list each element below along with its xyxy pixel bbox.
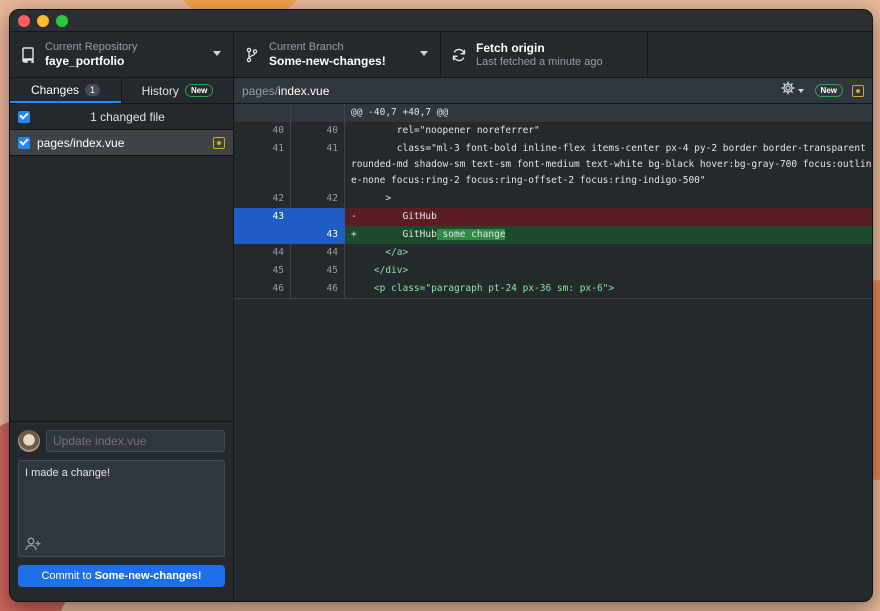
old-line-number: 42 <box>234 190 291 208</box>
history-new-badge: New <box>184 84 214 97</box>
file-modified-icon <box>213 136 225 149</box>
close-window-button[interactable] <box>18 14 30 27</box>
diff-line[interactable]: 40 40 rel="noopener noreferrer" <box>234 122 872 140</box>
diff-line-code: > <box>351 193 392 204</box>
changes-count-badge: 1 <box>85 83 101 96</box>
commit-button-prefix: Commit to <box>41 570 92 582</box>
diff-line-code: class="ml-3 font-bold inline-flex items-… <box>351 143 872 186</box>
fetch-title: Fetch origin <box>476 40 545 55</box>
commit-button[interactable]: Commit to Some-new-changes! <box>18 565 225 587</box>
diff-options-button[interactable] <box>780 81 804 100</box>
changed-file-row[interactable]: pages/index.vue <box>10 130 233 156</box>
diff-new-badge: New <box>814 84 843 97</box>
diff-line[interactable]: 46 46 <p class="paragraph pt-24 px-36 sm… <box>234 280 872 298</box>
diff-added-highlight: some change <box>436 229 506 240</box>
commit-summary-input[interactable] <box>46 430 225 452</box>
new-line-number: 45 <box>291 262 345 280</box>
old-line-number: 40 <box>234 122 291 140</box>
diff-line-code: GitHub <box>356 211 437 222</box>
diff-header: pages/index.vue New <box>234 78 872 104</box>
branch-icon <box>244 47 260 63</box>
changed-files-header: 1 changed file <box>10 104 233 130</box>
sync-icon <box>451 47 467 63</box>
commit-description-text: I made a change! <box>25 467 111 479</box>
add-coauthor-icon[interactable] <box>25 537 41 551</box>
new-line-number: 46 <box>291 280 345 298</box>
diff-line-code: <p class="paragraph pt-24 px-36 sm: px-6… <box>351 283 615 294</box>
new-line-number: 41 <box>291 140 345 190</box>
diff-content: @@ -40,7 +40,7 @@ 40 40 rel="noopener no… <box>234 104 872 299</box>
diff-view: pages/index.vue New @@ -40,7 +40,7 @@ 40… <box>234 78 872 601</box>
minimize-window-button[interactable] <box>37 14 49 27</box>
repo-label: Current Repository <box>45 40 138 53</box>
sidebar-tabs: Changes 1 History New <box>10 78 233 104</box>
gear-icon <box>780 81 795 100</box>
title-bar <box>10 10 872 32</box>
commit-form: I made a change! Commit to Some-new-chan… <box>10 422 233 601</box>
chevron-down-icon <box>797 88 804 93</box>
tab-history-label: History <box>141 83 179 98</box>
last-fetched-text: Last fetched a minute ago <box>476 55 603 68</box>
changed-files-count: 1 changed file <box>90 109 165 124</box>
diff-file-path: pages/index.vue <box>242 84 781 98</box>
new-line-number <box>291 208 345 226</box>
diff-line-code: </a> <box>351 247 409 258</box>
select-all-checkbox[interactable] <box>18 110 30 123</box>
changed-file-name: pages/index.vue <box>37 135 125 150</box>
chevron-down-icon <box>420 51 428 56</box>
repo-icon <box>20 46 36 63</box>
old-line-number: 46 <box>234 280 291 298</box>
diff-line[interactable]: 45 45 </div> <box>234 262 872 280</box>
sidebar: Changes 1 History New 1 changed file pag… <box>10 78 234 601</box>
file-modified-icon <box>852 84 864 97</box>
diff-line-deleted[interactable]: 43 - GitHub <box>234 208 872 226</box>
repo-name: faye_portfolio <box>45 53 125 68</box>
diff-line-added[interactable]: 43 + GitHub some change <box>234 226 872 244</box>
fetch-origin-button[interactable]: Fetch origin Last fetched a minute ago <box>441 32 648 77</box>
commit-button-branch: Some-new-changes! <box>94 570 202 582</box>
current-repository-button[interactable]: Current Repository faye_portfolio <box>10 32 234 77</box>
app-window: Current Repository faye_portfolio Curren… <box>9 9 873 602</box>
avatar <box>18 430 40 452</box>
tab-changes[interactable]: Changes 1 <box>10 78 121 103</box>
tab-history[interactable]: History New <box>121 78 233 103</box>
new-line-number: 42 <box>291 190 345 208</box>
diff-file-name: index.vue <box>278 83 330 98</box>
zoom-window-button[interactable] <box>56 14 68 27</box>
new-line-number: 40 <box>291 122 345 140</box>
old-line-number <box>234 226 291 244</box>
new-line-number: 43 <box>291 226 345 244</box>
diff-file-dir: pages/ <box>242 83 279 98</box>
toolbar: Current Repository faye_portfolio Curren… <box>10 32 872 78</box>
diff-line-code: GitHub <box>356 229 437 240</box>
hunk-header-text: @@ -40,7 +40,7 @@ <box>345 104 872 122</box>
old-line-number: 45 <box>234 262 291 280</box>
diff-line-code: </div> <box>351 265 409 276</box>
chevron-down-icon <box>213 51 221 56</box>
diff-line[interactable]: 42 42 > <box>234 190 872 208</box>
diff-end-divider <box>234 298 872 299</box>
diff-line-code: rel="noopener noreferrer" <box>351 125 540 136</box>
file-include-checkbox[interactable] <box>18 136 30 149</box>
current-branch-button[interactable]: Current Branch Some-new-changes! <box>234 32 441 77</box>
old-line-number: 43 <box>234 208 291 226</box>
diff-line[interactable]: 44 44 </a> <box>234 244 872 262</box>
branch-name: Some-new-changes! <box>269 53 386 68</box>
diff-hunk-header: @@ -40,7 +40,7 @@ <box>234 104 872 122</box>
branch-label: Current Branch <box>269 40 344 53</box>
tab-changes-label: Changes <box>30 82 80 97</box>
old-line-number: 41 <box>234 140 291 190</box>
commit-description-input[interactable]: I made a change! <box>18 460 225 557</box>
diff-line[interactable]: 41 41 class="ml-3 font-bold inline-flex … <box>234 140 872 190</box>
old-line-number: 44 <box>234 244 291 262</box>
file-list-empty-space <box>10 156 233 422</box>
new-line-number: 44 <box>291 244 345 262</box>
